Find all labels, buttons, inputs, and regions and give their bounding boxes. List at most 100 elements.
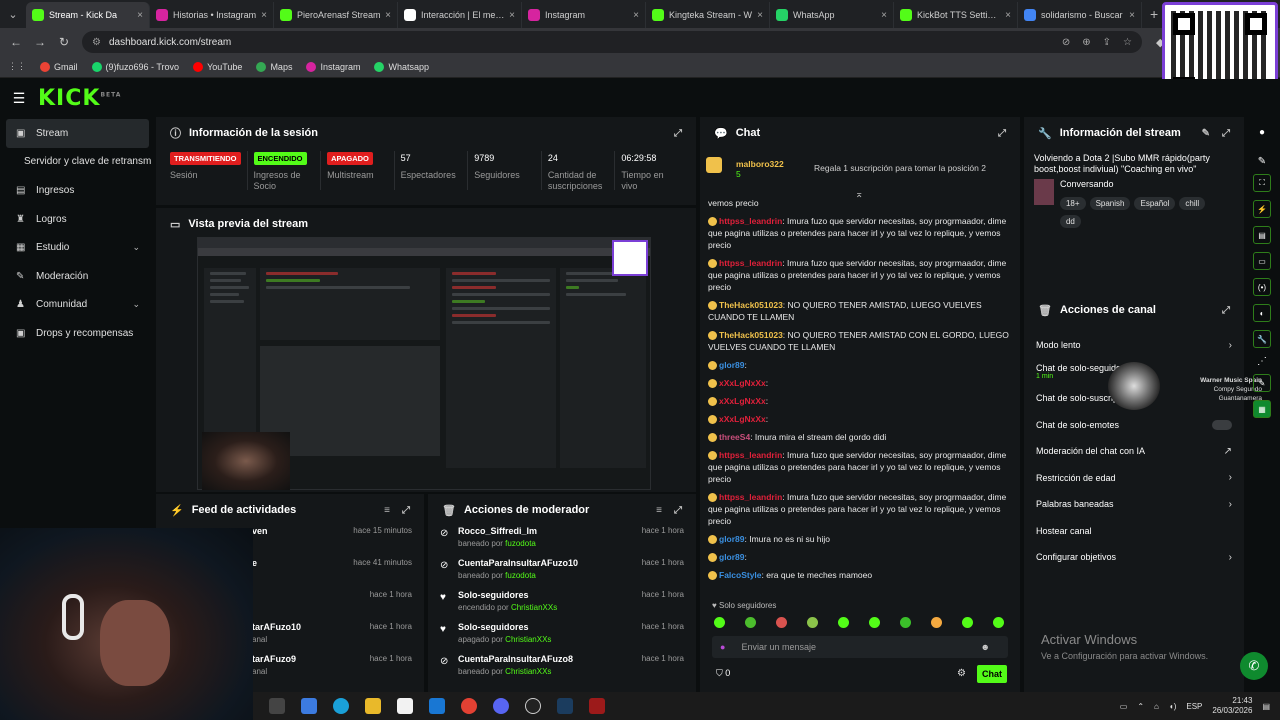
mod-action-row[interactable]: ⊘ CuentaParaInsultarAFuzo10 baneado por fu… bbox=[428, 558, 696, 590]
external-link-icon[interactable]: ↗ bbox=[1224, 446, 1232, 457]
browser-tab[interactable]: PieroArenasf Stream × bbox=[274, 2, 398, 28]
browser-tab[interactable]: Interacción | El mejor × bbox=[398, 2, 522, 28]
info-icon[interactable]: ● bbox=[1248, 127, 1276, 138]
zoom-icon[interactable]: ⊕ bbox=[1082, 37, 1090, 48]
expand-icon[interactable]: ⤢ bbox=[998, 128, 1006, 139]
browser-tab[interactable]: Stream - Kick Da × bbox=[26, 2, 150, 28]
chevron-right-icon[interactable]: › bbox=[1229, 499, 1232, 510]
emote-icon[interactable] bbox=[838, 617, 849, 628]
chrome-icon[interactable] bbox=[461, 698, 477, 714]
stream-tag[interactable]: dd bbox=[1059, 215, 1081, 228]
mod-action-row[interactable]: ⊘ Rocco_Siffredi_Im baneado por fuzodota ha… bbox=[428, 526, 696, 558]
volume-icon[interactable]: ◖) bbox=[1169, 702, 1177, 711]
task-view-icon[interactable] bbox=[269, 698, 285, 714]
tab-search-icon[interactable]: ⌄ bbox=[0, 0, 26, 28]
chat-username[interactable]: glor89 bbox=[719, 360, 745, 370]
chat-username[interactable]: httpss_leandrin bbox=[719, 450, 782, 460]
channel-action-item[interactable]: Modo lento › bbox=[1024, 332, 1244, 359]
mod-action-user[interactable]: fuzodota bbox=[505, 571, 536, 580]
bookmark-item[interactable]: (9)fuzo696 - Trovo bbox=[91, 61, 179, 72]
sidebar-item[interactable]: ▣ Stream bbox=[6, 119, 149, 148]
reload-icon[interactable]: ↻ bbox=[52, 35, 76, 49]
chevron-down-icon[interactable]: ⌄ bbox=[132, 299, 140, 310]
close-icon[interactable]: × bbox=[137, 10, 143, 21]
chat-message[interactable]: glor89: bbox=[708, 359, 1018, 371]
emote-icon[interactable] bbox=[962, 617, 973, 628]
clock[interactable]: 21:43 26/03/2026 bbox=[1212, 696, 1252, 716]
chat-username[interactable]: TheHack051023 bbox=[719, 300, 783, 310]
eye-off-icon[interactable]: ⊘ bbox=[1062, 37, 1070, 48]
chat-message[interactable]: glor89: bbox=[708, 551, 1018, 563]
expand-icon[interactable]: ⤢ bbox=[674, 128, 682, 139]
close-icon[interactable]: × bbox=[757, 10, 763, 21]
chat-message[interactable]: glor89: Imura no es ni su hijo bbox=[708, 533, 1018, 545]
emote-icon[interactable] bbox=[745, 617, 756, 628]
chat-message[interactable]: httpss_leandrin: Imura fuzo que servidor… bbox=[708, 491, 1018, 527]
channel-action-item[interactable]: Configurar objetivos › bbox=[1024, 544, 1244, 571]
feed-row[interactable]: tarAFuzo10 anal hace 1 hora bbox=[240, 622, 424, 654]
file-explorer-icon[interactable] bbox=[365, 698, 381, 714]
close-icon[interactable]: × bbox=[881, 10, 887, 21]
channel-action-item[interactable]: Moderación del chat con IA ↗ bbox=[1024, 438, 1244, 465]
menu-icon[interactable]: ☰ bbox=[0, 90, 38, 107]
chat-message[interactable]: xXxLgNxXx: bbox=[708, 413, 1018, 425]
sidebar-item[interactable]: ▤ Ingresos bbox=[0, 176, 152, 205]
sidebar-item[interactable]: ✎ Moderación bbox=[0, 262, 152, 291]
chevron-right-icon[interactable]: › bbox=[1229, 340, 1232, 351]
store-icon[interactable] bbox=[397, 698, 413, 714]
sidebar-item[interactable]: ▣ Drops y recompensas bbox=[0, 319, 152, 348]
kick-logo[interactable]: KICKBETA bbox=[38, 86, 121, 111]
sidebar-item[interactable]: ♟ Comunidad ⌄ bbox=[0, 291, 152, 320]
chat-username[interactable]: xXxLgNxXx bbox=[719, 414, 766, 424]
chat-message[interactable]: httpss_leandrin: Imura fuzo que servidor… bbox=[708, 215, 1018, 251]
browser-tab[interactable]: Kingteka Stream - W × bbox=[646, 2, 770, 28]
chevron-right-icon[interactable]: › bbox=[1229, 552, 1232, 563]
expand-icon[interactable]: ⤢ bbox=[1222, 305, 1230, 316]
mod-action-user[interactable]: ChristianXXs bbox=[511, 603, 557, 612]
close-icon[interactable]: × bbox=[261, 10, 267, 21]
channel-action-item[interactable]: Palabras baneadas › bbox=[1024, 491, 1244, 518]
chat-username[interactable]: httpss_leandrin bbox=[719, 492, 782, 502]
emote-icon[interactable] bbox=[714, 617, 725, 628]
rail-chat-icon[interactable]: ▭ bbox=[1253, 252, 1271, 270]
browser-tab[interactable]: Instagram × bbox=[522, 2, 646, 28]
notification-icon[interactable]: ▤ bbox=[1262, 702, 1270, 711]
star-icon[interactable]: ☆ bbox=[1123, 37, 1132, 48]
feed-row[interactable]: tarAFuzo9 anal hace 1 hora bbox=[240, 654, 424, 686]
copilot-icon[interactable] bbox=[301, 698, 317, 714]
send-chat-button[interactable]: Chat bbox=[977, 665, 1007, 683]
emote-icon[interactable] bbox=[993, 617, 1004, 628]
channel-action-item[interactable]: Restricción de edad › bbox=[1024, 465, 1244, 492]
chat-message-input[interactable]: ● Enviar un mensaje ☻ bbox=[712, 636, 1008, 658]
mod-action-user[interactable]: ChristianXXs bbox=[505, 635, 551, 644]
emote-icon[interactable] bbox=[931, 617, 942, 628]
chat-username[interactable]: xXxLgNxXx bbox=[719, 396, 766, 406]
bookmark-item[interactable]: Whatsapp bbox=[374, 61, 429, 72]
dota-icon[interactable] bbox=[589, 698, 605, 714]
close-icon[interactable]: × bbox=[633, 10, 639, 21]
browser-tab[interactable]: KickBot TTS Settings × bbox=[894, 2, 1018, 28]
chat-message[interactable]: xXxLgNxXx: bbox=[708, 395, 1018, 407]
chevron-up-icon[interactable]: ⌃ bbox=[1137, 702, 1144, 711]
language-indicator[interactable]: ESP bbox=[1186, 702, 1202, 711]
chat-message[interactable]: TheHack051023: NO QUIERO TENER AMISTAD C… bbox=[708, 329, 1018, 353]
close-icon[interactable]: × bbox=[509, 10, 515, 21]
sidebar-item[interactable]: Servidor y clave de retransm bbox=[0, 148, 152, 177]
rail-audio-icon[interactable]: (•) bbox=[1253, 278, 1271, 296]
discord-icon[interactable] bbox=[493, 698, 509, 714]
rail-fullscreen-icon[interactable]: ⛶ bbox=[1253, 174, 1271, 192]
rail-bolt-icon[interactable]: ⚡ bbox=[1253, 200, 1271, 218]
browser-tab[interactable]: WhatsApp × bbox=[770, 2, 894, 28]
expand-icon[interactable]: ⤢ bbox=[402, 505, 410, 516]
channel-action-item[interactable]: Hostear canal bbox=[1024, 518, 1244, 545]
edge-icon[interactable] bbox=[333, 698, 349, 714]
site-info-icon[interactable]: ⚙ bbox=[92, 37, 101, 48]
chat-message[interactable]: httpss_leandrin: Imura fuzo que servidor… bbox=[708, 257, 1018, 293]
chat-message[interactable]: httpss_leandrin: Imura fuzo que servidor… bbox=[708, 449, 1018, 485]
chat-username[interactable]: FalcoStyle bbox=[719, 570, 762, 580]
share-icon[interactable]: ⇪ bbox=[1103, 37, 1111, 48]
stream-tag[interactable]: 18+ bbox=[1059, 197, 1086, 210]
chat-username[interactable]: httpss_leandrin bbox=[719, 216, 782, 226]
chat-username[interactable]: httpss_leandrin bbox=[719, 258, 782, 268]
chat-username[interactable]: glor89 bbox=[719, 552, 745, 562]
